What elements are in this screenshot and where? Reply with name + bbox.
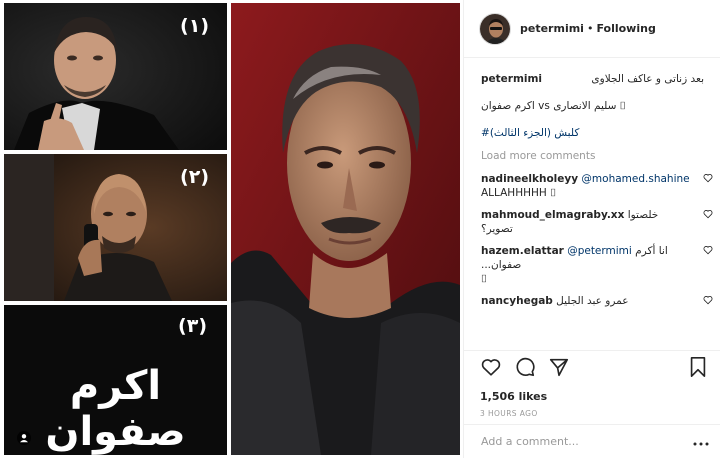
comment-text-line-2: ⌷: [481, 273, 488, 285]
post-header: petermimi • Following: [464, 0, 720, 58]
comment-text: عمرو عبد الجليل: [556, 295, 629, 307]
bookmark-icon[interactable]: [689, 356, 707, 382]
comment-username[interactable]: hazem.elattar: [481, 245, 564, 257]
text-tile-3: (٣) اكرم صفوان: [4, 305, 227, 455]
character-name-title: اكرم صفوان: [45, 363, 186, 455]
comment-item: nadineelkholeyy @mohamed.shahine ALLAHHH…: [481, 172, 713, 200]
comment-like-heart-icon[interactable]: [703, 173, 713, 187]
caption-hashtag-line: #كلبش (الجزء الثالث): [481, 126, 704, 140]
photo-tile-1: (١): [4, 3, 227, 150]
comment-icon[interactable]: [514, 356, 536, 382]
comment-item: mahmoud_elmagraby.xx خلصتوا تصوير؟: [481, 208, 713, 236]
avatar[interactable]: [479, 12, 511, 45]
post-media[interactable]: (١) (٢) (٣) اكرم صفوان: [0, 0, 463, 458]
add-comment-bar: [464, 424, 720, 458]
comment-like-heart-icon[interactable]: [703, 245, 713, 259]
tile-number-2: (٢): [180, 166, 209, 188]
heart-icon[interactable]: [480, 356, 502, 382]
comment-mention[interactable]: @mohamed.shahine: [581, 173, 689, 185]
post-sidebar: petermimi • Following petermimi بعد زنات…: [463, 0, 720, 458]
header-username[interactable]: petermimi: [520, 22, 584, 35]
add-comment-input[interactable]: [481, 435, 693, 448]
comment-text: ALLAHHHHH ⌷: [481, 187, 557, 199]
post-actions: 1,506 likes 3 HOURS AGO: [464, 350, 720, 430]
comment-like-heart-icon[interactable]: [703, 209, 713, 223]
caption-header: petermimi بعد زناتى و عاكف الجلاوى: [481, 72, 704, 86]
main-poster-image: [231, 3, 460, 455]
comment-item: hazem.elattar @petermimi انا أكرم صفوان.…: [481, 244, 713, 286]
comments-section: petermimi بعد زناتى و عاكف الجلاوى اكرم …: [464, 58, 720, 350]
action-icons-row: [480, 357, 707, 381]
tagged-users-icon[interactable]: [17, 431, 31, 445]
caption-hashtag[interactable]: #كلبش (الجزء الثالث): [481, 127, 579, 139]
caption-username[interactable]: petermimi: [481, 72, 542, 86]
caption-line-2: اكرم صفوان vs سليم الانصارى ⌷: [481, 100, 627, 112]
comment-username[interactable]: mahmoud_elmagraby.xx: [481, 209, 624, 221]
tile-number-1: (١): [180, 15, 209, 37]
share-icon[interactable]: [548, 356, 570, 382]
comment-like-heart-icon[interactable]: [703, 295, 713, 309]
load-more-comments-button[interactable]: Load more comments: [481, 149, 704, 163]
comment-username[interactable]: nadineelkholeyy: [481, 173, 578, 185]
poster-portrait-image: [231, 3, 460, 455]
comment-item: nancyhegab عمرو عبد الجليل: [481, 294, 713, 308]
likes-count[interactable]: 1,506 likes: [480, 390, 707, 403]
caption-line-1: بعد زناتى و عاكف الجلاوى: [591, 73, 704, 85]
comment-username[interactable]: nancyhegab: [481, 295, 553, 307]
following-button[interactable]: Following: [596, 22, 655, 35]
photo-tile-2: (٢): [4, 154, 227, 301]
post-timestamp: 3 HOURS AGO: [480, 409, 538, 418]
comment-mention[interactable]: @petermimi: [567, 245, 632, 257]
more-options-icon[interactable]: [693, 432, 709, 451]
header-separator: •: [586, 22, 594, 35]
tile-number-3: (٣): [178, 315, 207, 337]
